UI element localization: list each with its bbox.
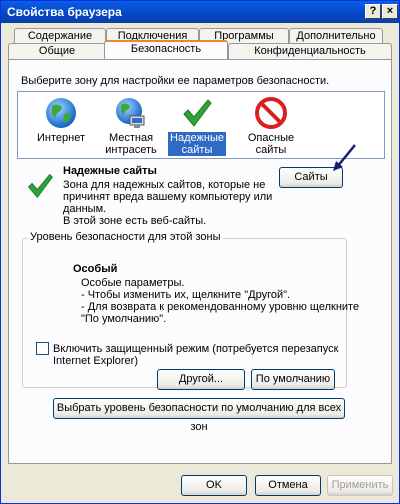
default-level-button[interactable]: По умолчанию [251,369,335,390]
level-desc-2: - Чтобы изменить их, щелкните "Другой". [81,289,291,301]
tab-security[interactable]: Безопасность [104,40,228,59]
zone-label-line2: сайты [181,144,213,156]
protected-mode-label-2[interactable]: Internet Explorer) [53,355,138,367]
tab-privacy[interactable]: Конфиденциальность [228,43,392,59]
zone-restricted-sites[interactable]: Опасные сайты [236,96,306,156]
tab-content[interactable]: Содержание [14,28,106,44]
zone-label-line1: Опасные [247,132,295,144]
zone-local-intranet[interactable]: Местная интрасеть [96,96,166,156]
trusted-checkmark-icon [27,173,53,199]
selected-zone-desc-2: причинят вреда вашему компьютеру или [63,191,273,203]
help-button[interactable]: ? [365,4,381,19]
zone-label: Надежные сайты [168,132,226,156]
zone-label-line2: сайты [255,144,287,156]
zone-label-line1: Надежные [170,132,224,144]
level-name: Особый [73,263,118,275]
window-title: Свойства браузера [7,5,122,19]
zone-prompt: Выберите зону для настройки ее параметро… [21,75,330,87]
zone-label-line1: Местная [108,132,154,144]
cancel-button[interactable]: Отмена [255,475,321,496]
protected-mode-checkbox[interactable] [36,342,49,355]
reset-all-zones-button[interactable]: Выбрать уровень безопасности по умолчани… [53,398,345,433]
selected-zone-desc-1: Зона для надежных сайтов, которые не [63,179,266,191]
level-desc-1: Особые параметры. [81,277,185,289]
zone-label: Интернет [37,132,85,144]
custom-level-button[interactable]: Другой... [157,369,245,390]
checkmark-icon [183,99,212,127]
tab-advanced[interactable]: Дополнительно [289,28,383,44]
globe-icon [46,98,76,128]
level-desc-3: - Для возврата к рекомендованному уровню… [81,301,360,313]
zone-list[interactable]: Интернет Местная интрасеть Надежные сайты [17,91,385,159]
zone-trusted-sites[interactable]: Надежные сайты [162,96,232,156]
apply-button[interactable]: Применить [327,475,393,496]
zone-label: Опасные сайты [246,132,296,156]
browser-properties-window: Свойства браузера ? × Содержание Подключ… [0,0,400,504]
zone-label-line2: интрасеть [105,144,157,156]
zone-internet[interactable]: Интернет [26,96,96,144]
title-bar[interactable]: Свойства браузера ? × [1,1,399,23]
ok-button[interactable]: OK [181,475,247,496]
no-entry-icon [255,97,287,129]
level-desc-4: "По умолчанию". [81,313,167,325]
selected-zone-title: Надежные сайты [63,165,157,177]
tab-general[interactable]: Общие [8,43,106,59]
selected-zone-desc-4: В этой зоне есть веб-сайты. [63,215,207,227]
arrow-pointer-icon [333,144,356,171]
close-button[interactable]: × [382,4,398,19]
group-title: Уровень безопасности для этой зоны [28,231,223,243]
zone-label: Местная интрасеть [103,132,159,156]
selected-zone-desc-3: данным. [63,203,107,215]
intranet-globe-icon [116,98,145,128]
protected-mode-label-1[interactable]: Включить защищенный режим (потребуется п… [53,343,338,355]
